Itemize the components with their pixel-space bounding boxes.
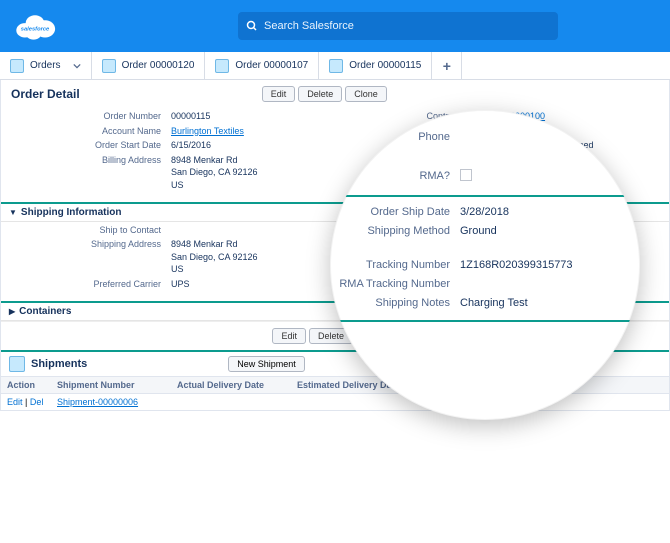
field-label: Phone: [330, 130, 460, 145]
tab-label: Order 00000120: [122, 60, 195, 71]
field-label: Tracking Number: [330, 258, 460, 273]
field-label: Billing Address: [1, 154, 171, 192]
order-object-icon: [215, 59, 229, 73]
tab-orders[interactable]: Orders: [0, 52, 92, 79]
detail-header: Order Detail Edit Delete Clone: [1, 80, 669, 108]
tab-order-115[interactable]: Order 00000115: [319, 52, 432, 79]
ship-date-value: 3/28/2018: [460, 205, 640, 220]
shipping-address-value: 8948 Menkar Rd San Diego, CA 92126 US: [171, 238, 335, 276]
search-icon: [246, 20, 258, 32]
row-delete-link[interactable]: Del: [30, 397, 44, 407]
clone-button[interactable]: Clone: [345, 86, 387, 102]
field-label: Shipping Method: [330, 224, 460, 239]
new-tab-button[interactable]: +: [432, 52, 462, 79]
field-label: Order Ship Date: [330, 205, 460, 220]
order-number-value: 00000115: [171, 110, 335, 123]
tab-label: Orders: [30, 60, 61, 71]
tab-order-107[interactable]: Order 00000107: [205, 52, 319, 79]
shipment-link[interactable]: Shipment-00000006: [57, 397, 138, 407]
tab-order-120[interactable]: Order 00000120: [92, 52, 206, 79]
field-label: Shipping Address: [1, 238, 171, 276]
section-title: Containers: [19, 306, 71, 317]
rma-checkbox[interactable]: [460, 169, 472, 181]
detail-actions: Edit Delete Clone: [262, 86, 387, 102]
tab-bar: Orders Order 00000120 Order 00000107 Ord…: [0, 52, 670, 80]
edit-button[interactable]: Edit: [272, 328, 306, 344]
carrier-value: UPS: [171, 278, 335, 291]
account-link[interactable]: Burlington Textiles: [171, 126, 244, 136]
global-header: salesforce: [0, 0, 670, 52]
shipping-notes-value: Charging Test: [460, 296, 640, 311]
tracking-value: 1Z168R020399315773: [460, 258, 640, 273]
section-title: Shipping Information: [21, 207, 122, 218]
field-label: RMA?: [330, 169, 460, 186]
edit-button[interactable]: Edit: [262, 86, 296, 102]
collapse-icon: ▼: [9, 208, 17, 217]
field-label: Preferred Carrier: [1, 278, 171, 291]
truncated-header: ption: [330, 390, 640, 401]
shipment-object-icon: [9, 356, 25, 372]
tab-label: Order 00000115: [349, 60, 421, 71]
section-divider: [330, 320, 640, 322]
field-label: Account Name: [1, 125, 171, 138]
section-title: Shipments: [31, 358, 87, 370]
order-object-icon: [10, 59, 24, 73]
shipping-method-value: Ground: [460, 224, 640, 239]
delete-button[interactable]: Delete: [298, 86, 342, 102]
field-label: RMA Tracking Number: [330, 277, 460, 292]
row-edit-link[interactable]: Edit: [7, 397, 23, 407]
chevron-down-icon[interactable]: [73, 62, 81, 70]
field-label: Order Number: [1, 110, 171, 123]
field-label: Shipping Notes: [330, 296, 460, 311]
svg-text:salesforce: salesforce: [21, 26, 50, 32]
new-shipment-button[interactable]: New Shipment: [228, 356, 305, 372]
global-search[interactable]: [238, 12, 558, 40]
order-object-icon: [329, 59, 343, 73]
zoom-lens: Phone RMA? Order Ship Date3/28/2018 Ship…: [330, 110, 640, 420]
billing-address-value: 8948 Menkar Rd San Diego, CA 92126 US: [171, 154, 335, 192]
col-actual-delivery: Actual Delivery Date: [171, 377, 291, 393]
page-title: Order Detail: [11, 87, 80, 101]
col-action: Action: [1, 377, 51, 393]
start-date-value: 6/15/2016: [171, 139, 335, 152]
field-label: Order Start Date: [1, 139, 171, 152]
col-shipment-number: Shipment Number: [51, 377, 171, 393]
search-input[interactable]: [264, 20, 550, 32]
salesforce-logo: salesforce: [12, 10, 58, 42]
field-label: Ship to Contact: [1, 224, 171, 237]
section-divider: [330, 195, 640, 197]
tab-label: Order 00000107: [235, 60, 308, 71]
order-object-icon: [102, 59, 116, 73]
expand-icon: ▶: [9, 307, 15, 316]
